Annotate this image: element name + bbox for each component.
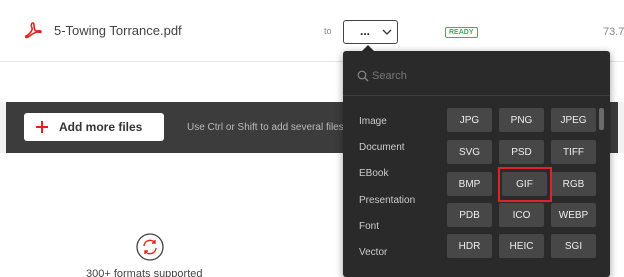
file-size: 73.7: [603, 26, 624, 38]
file-name: 5-Towing Torrance.pdf: [54, 23, 182, 38]
format-heic[interactable]: HEIC: [499, 234, 544, 258]
format-png[interactable]: PNG: [499, 108, 544, 132]
chevron-down-icon: [382, 29, 392, 35]
dropdown-scrollbar[interactable]: [599, 108, 604, 130]
format-pdb[interactable]: PDB: [447, 203, 492, 227]
format-jpeg[interactable]: JPEG: [551, 108, 596, 132]
pdf-icon: [24, 22, 42, 39]
format-rgb[interactable]: RGB: [551, 172, 596, 196]
format-ico[interactable]: ICO: [499, 203, 544, 227]
to-label: to: [324, 26, 332, 36]
format-search-input[interactable]: [372, 66, 592, 86]
category-presentation[interactable]: Presentation: [359, 195, 415, 206]
format-gif[interactable]: GIF: [502, 172, 547, 196]
formats-supported-text: 300+ formats supported: [86, 268, 203, 277]
category-ebook[interactable]: EBook: [359, 168, 388, 179]
dropdown-divider: [343, 95, 610, 96]
refresh-icon: [136, 233, 164, 261]
category-document[interactable]: Document: [359, 142, 405, 153]
format-select-value: ...: [360, 24, 371, 38]
format-webp[interactable]: WEBP: [551, 203, 596, 227]
search-icon: [357, 70, 369, 82]
format-jpg[interactable]: JPG: [447, 108, 492, 132]
add-more-files-button[interactable]: Add more files: [24, 113, 164, 141]
status-badge: READY: [445, 27, 478, 38]
format-hdr[interactable]: HDR: [447, 234, 492, 258]
add-more-files-label: Add more files: [59, 120, 143, 134]
format-select[interactable]: ...: [343, 20, 398, 44]
category-vector[interactable]: Vector: [359, 247, 387, 258]
format-psd[interactable]: PSD: [499, 140, 544, 164]
plus-icon: [36, 121, 48, 133]
category-image[interactable]: Image: [359, 116, 387, 127]
format-bmp[interactable]: BMP: [447, 172, 492, 196]
format-tiff[interactable]: TIFF: [551, 140, 596, 164]
format-svg[interactable]: SVG: [447, 140, 492, 164]
format-sgi[interactable]: SGI: [551, 234, 596, 258]
category-font[interactable]: Font: [359, 221, 379, 232]
